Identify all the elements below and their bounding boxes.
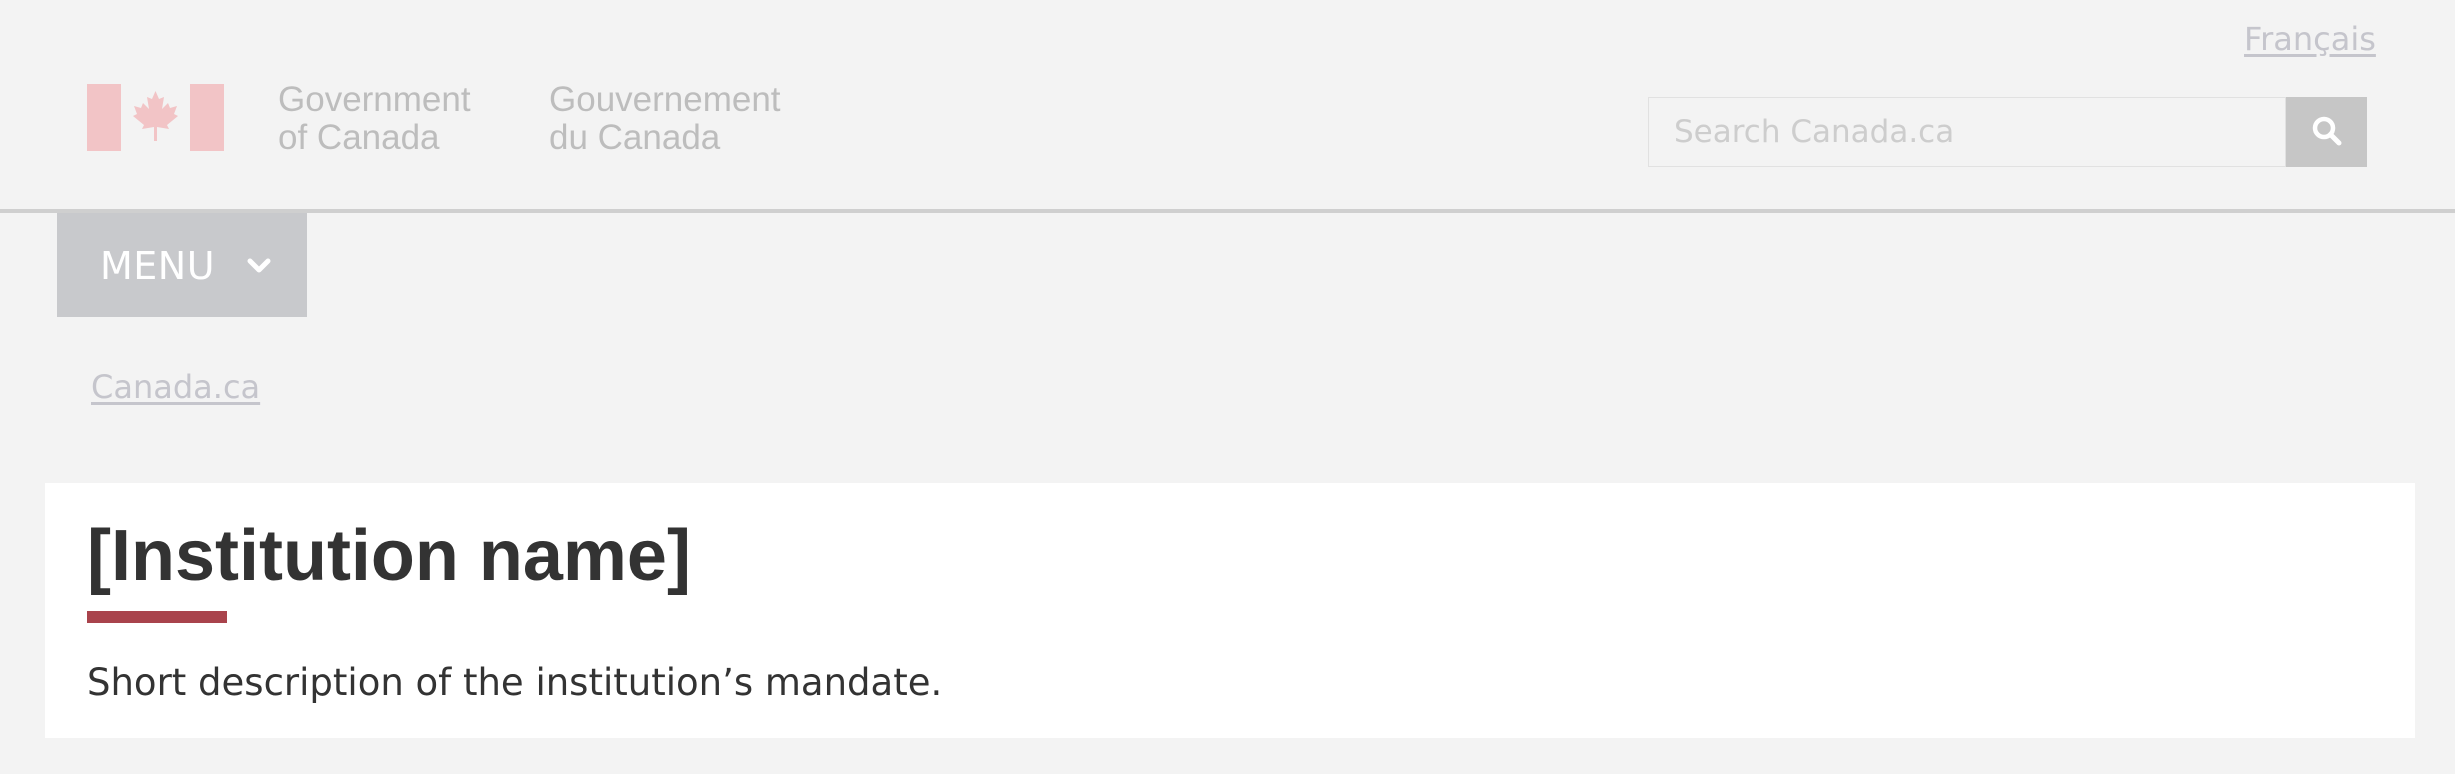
signature-fr-line1: Gouvernement (549, 80, 781, 119)
government-signature-en: Government of Canada (278, 81, 471, 157)
main-content-panel: [Institution name] Short description of … (45, 483, 2415, 738)
title-accent-bar (87, 611, 227, 623)
menu-button[interactable]: MENU (57, 213, 307, 317)
language-toggle-link[interactable]: Français (2244, 20, 2376, 58)
menu-label: MENU (100, 244, 216, 288)
signature-en-line1: Government (278, 80, 471, 119)
mandate-description: Short description of the institution’s m… (87, 661, 943, 704)
page-title: [Institution name] (87, 516, 691, 596)
header-divider (0, 209, 2455, 213)
canada-flag-icon (87, 84, 224, 151)
search-icon (2311, 115, 2343, 150)
signature-fr-line2: du Canada (549, 118, 721, 157)
government-signature-fr: Gouvernement du Canada (549, 81, 781, 157)
search-input[interactable] (1648, 97, 2286, 167)
breadcrumb-item-canada[interactable]: Canada.ca (91, 368, 260, 406)
search-button[interactable] (2286, 97, 2367, 167)
signature-en-line2: of Canada (278, 118, 440, 157)
chevron-down-icon (247, 257, 271, 275)
